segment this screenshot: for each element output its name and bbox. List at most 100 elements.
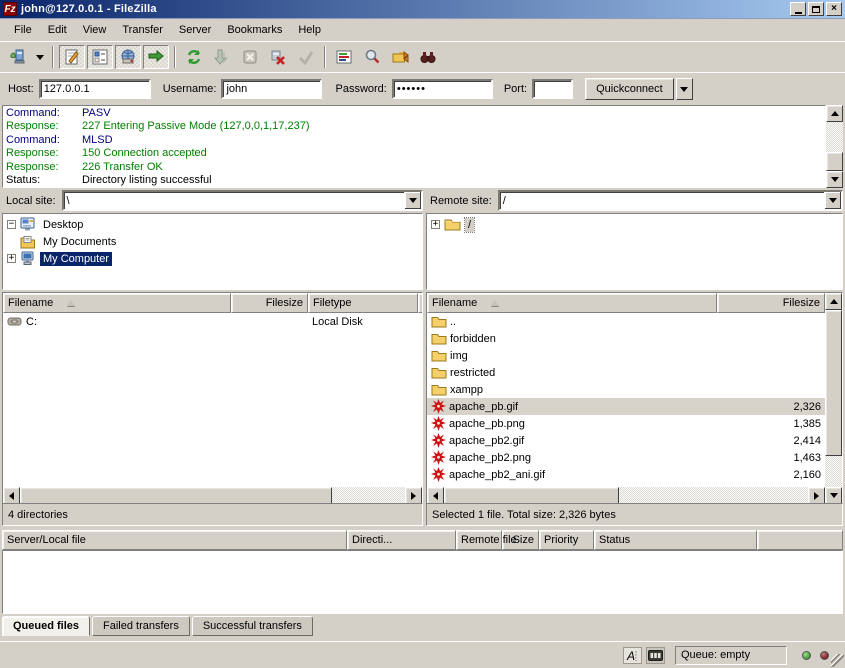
toolbar-separator (52, 46, 54, 68)
column-header-remote-file[interactable]: Remote file (456, 530, 502, 550)
directory-comparison-button[interactable] (387, 45, 413, 69)
column-header-filesize[interactable]: Filesize (231, 293, 308, 313)
find-files-button[interactable] (359, 45, 385, 69)
tree-item-label[interactable]: My Computer (40, 252, 112, 266)
scroll-up-button[interactable] (825, 293, 842, 310)
remote-list-row[interactable]: apache_pb2_ani.gif 2,160 (427, 466, 825, 483)
refresh-button[interactable] (181, 45, 207, 69)
tree-item-my-computer[interactable]: + My Computer (5, 250, 422, 267)
scroll-down-button[interactable] (825, 487, 842, 504)
remote-vertical-scrollbar[interactable] (825, 293, 842, 504)
remote-site-combo[interactable]: / (498, 190, 843, 211)
tree-item-label[interactable]: / (465, 218, 474, 232)
process-queue-button[interactable] (331, 45, 357, 69)
toggle-message-log-button[interactable] (59, 45, 85, 69)
remote-list-row[interactable]: xampp (427, 381, 825, 398)
column-header-filetype[interactable]: Filetype (308, 293, 418, 313)
cancel-operation-button[interactable] (237, 45, 263, 69)
scrollbar-thumb[interactable] (444, 487, 619, 504)
remote-list-row[interactable]: apache_pb2.gif 2,414 (427, 432, 825, 449)
column-header-status[interactable]: Status (594, 530, 757, 550)
tab-failed-transfers[interactable]: Failed transfers (92, 616, 190, 636)
column-header-direction[interactable]: Directi... (347, 530, 456, 550)
tree-item-my-documents[interactable]: My Documents (5, 233, 422, 250)
maximize-button[interactable] (808, 2, 824, 16)
host-input[interactable] (39, 79, 151, 99)
remote-list-row[interactable]: apache_pb2.png 1,463 (427, 449, 825, 466)
remote-site-combo-button[interactable] (824, 192, 841, 209)
quickconnect-button[interactable]: Quickconnect (585, 78, 674, 100)
desktop-icon (20, 217, 36, 232)
triangle-left-icon (433, 492, 438, 500)
expand-icon[interactable]: + (431, 220, 440, 229)
tree-item-label[interactable]: My Documents (40, 235, 119, 249)
remote-site-path: / (500, 195, 824, 207)
reconnect-button[interactable] (293, 45, 319, 69)
menu-edit[interactable]: Edit (40, 21, 75, 39)
remote-list-row[interactable]: .. (427, 313, 825, 330)
scrollbar-thumb[interactable] (20, 487, 332, 504)
menu-help[interactable]: Help (290, 21, 329, 39)
toggle-transfer-queue-button[interactable] (143, 45, 169, 69)
local-site-combo[interactable]: \ (62, 190, 423, 211)
scroll-left-button[interactable] (427, 487, 444, 504)
column-header-server-local-file[interactable]: Server/Local file (2, 530, 347, 550)
limit-speed-button[interactable] (209, 45, 235, 69)
tab-queued-files[interactable]: Queued files (2, 616, 90, 636)
menu-server[interactable]: Server (171, 21, 219, 39)
port-input[interactable] (532, 79, 573, 99)
menu-file[interactable]: File (6, 21, 40, 39)
title-bar[interactable]: Fz john@127.0.0.1 - FileZilla × (0, 0, 845, 19)
menu-transfer[interactable]: Transfer (114, 21, 171, 39)
site-manager-button[interactable] (5, 45, 31, 69)
log-scrollbar[interactable] (826, 105, 843, 188)
tab-successful-transfers[interactable]: Successful transfers (192, 616, 313, 636)
maximize-icon (812, 6, 820, 13)
remote-list-row[interactable]: forbidden (427, 330, 825, 347)
close-button[interactable]: × (826, 2, 842, 16)
scrollbar-thumb[interactable] (825, 310, 842, 456)
scroll-down-button[interactable] (826, 171, 843, 188)
remote-horizontal-scrollbar[interactable] (427, 487, 825, 504)
scroll-up-button[interactable] (826, 105, 843, 122)
tree-item-label[interactable]: Desktop (40, 218, 86, 232)
remote-list-row[interactable]: apache_pb.png 1,385 (427, 415, 825, 432)
scroll-right-button[interactable] (808, 487, 825, 504)
scroll-left-button[interactable] (3, 487, 20, 504)
resize-grip[interactable] (831, 654, 844, 667)
column-header-filesize[interactable]: Filesize (717, 293, 825, 313)
transfer-type-button[interactable]: A (623, 647, 642, 664)
remote-list-row[interactable]: restricted (427, 364, 825, 381)
scrollbar-thumb[interactable] (826, 152, 843, 171)
toggle-local-tree-button[interactable] (87, 45, 113, 69)
quickconnect-dropdown[interactable] (676, 78, 693, 100)
username-input[interactable] (221, 79, 322, 99)
queue-tabs: Queued files Failed transfers Successful… (2, 616, 843, 637)
disconnect-button[interactable] (265, 45, 291, 69)
menu-view[interactable]: View (75, 21, 115, 39)
tree-item-root[interactable]: + / (429, 216, 842, 233)
password-input[interactable] (392, 79, 493, 99)
expand-icon[interactable]: + (7, 254, 16, 263)
toggle-remote-tree-button[interactable] (115, 45, 141, 69)
collapse-icon[interactable]: − (7, 220, 16, 229)
documents-folder-icon (20, 235, 36, 249)
local-site-combo-button[interactable] (404, 192, 421, 209)
column-header-filename[interactable]: Filename (3, 293, 231, 313)
local-list-row[interactable]: C: Local Disk (3, 313, 422, 330)
ascii-transfer-icon: A (626, 649, 640, 662)
menu-bookmarks[interactable]: Bookmarks (219, 21, 290, 39)
filter-button[interactable] (415, 45, 441, 69)
queue-body[interactable] (2, 550, 843, 614)
minimize-button[interactable] (790, 2, 806, 16)
site-manager-dropdown[interactable] (33, 45, 47, 69)
column-header-priority[interactable]: Priority (539, 530, 594, 550)
scroll-right-button[interactable] (405, 487, 422, 504)
column-header-filename[interactable]: Filename (427, 293, 717, 313)
remote-list-row[interactable]: img (427, 347, 825, 364)
remote-list-row-selected[interactable]: apache_pb.gif 2,326 (427, 398, 825, 415)
speed-limits-button[interactable] (646, 647, 665, 664)
column-header-lastmodified[interactable]: L (418, 293, 423, 313)
local-horizontal-scrollbar[interactable] (3, 487, 422, 504)
tree-item-desktop[interactable]: − Desktop (5, 216, 422, 233)
